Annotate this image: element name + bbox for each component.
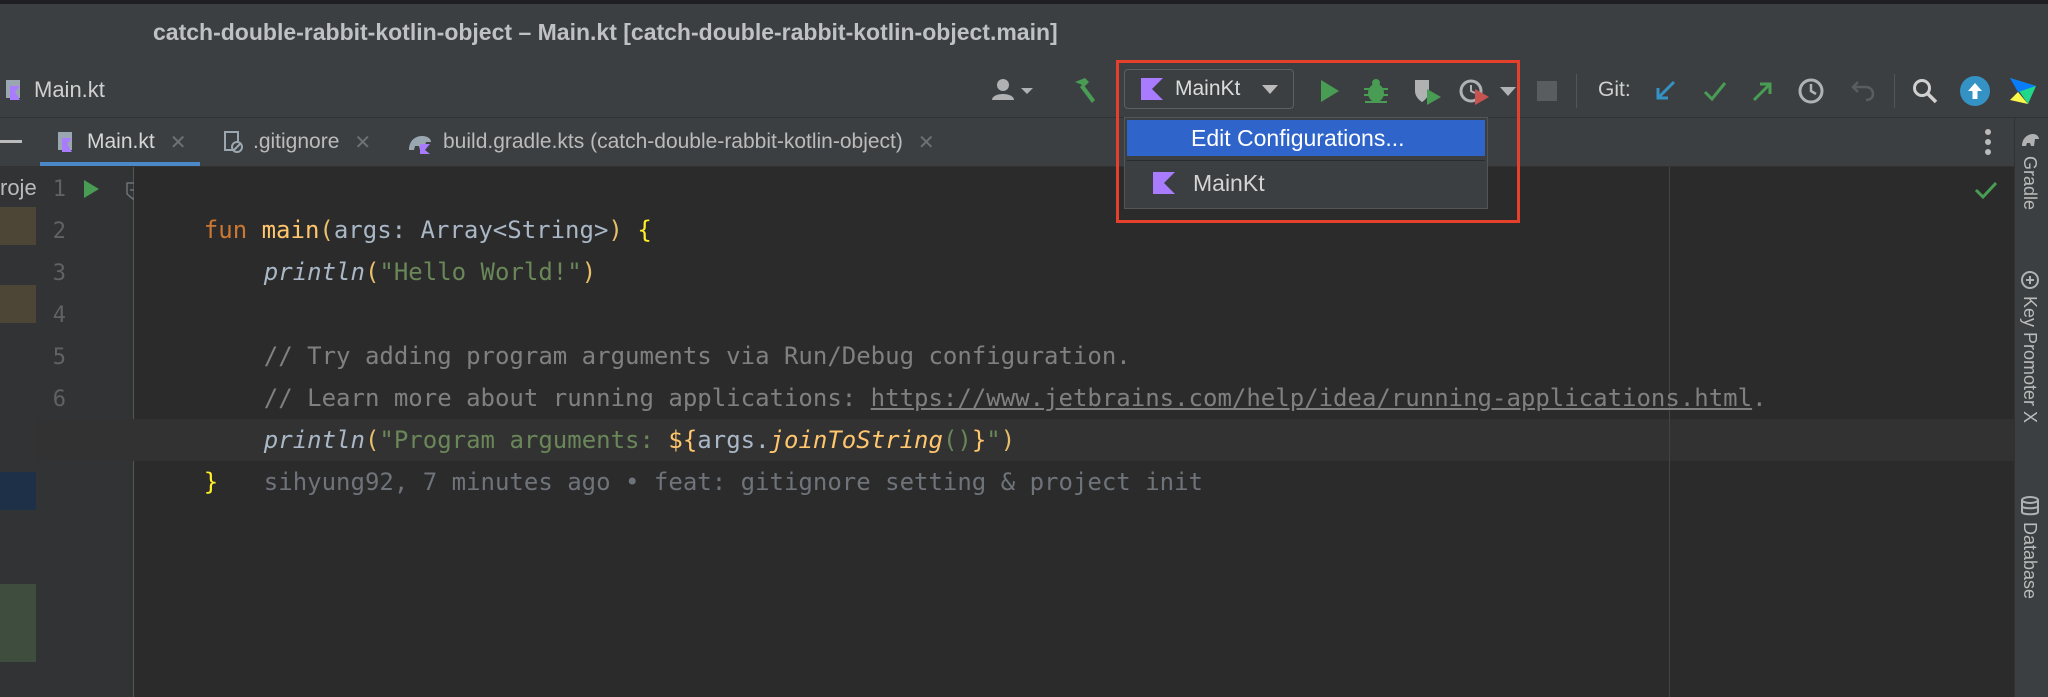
gradle-icon — [2019, 130, 2040, 150]
close-icon[interactable]: ✕ — [354, 130, 371, 155]
tab-main-kt[interactable]: Main.kt ✕ — [40, 118, 200, 166]
run-config-label: MainKt — [1175, 77, 1241, 100]
paren: ) — [581, 258, 597, 286]
code-line-5: // Learn more about running applications… — [206, 335, 1767, 412]
database-tool-button[interactable]: Database — [2019, 496, 2040, 599]
git-update-icon[interactable] — [1650, 76, 1680, 106]
code-line-1: fun main(args: Array<String>) { — [146, 167, 652, 244]
edit-configurations-menu-item[interactable]: Edit Configurations... — [1127, 120, 1485, 156]
key-promoter-tool-button[interactable]: Key Promoter X — [2019, 270, 2040, 423]
gradle-label: Gradle — [2020, 156, 2040, 211]
menu-separator — [1127, 160, 1485, 161]
blame-text: sihyung92, 7 minutes ago • feat: gitigno… — [263, 468, 1203, 496]
gradle-tool-button[interactable]: Gradle — [2019, 130, 2040, 210]
search-icon[interactable] — [1910, 76, 1940, 106]
line-number: 2 — [52, 219, 66, 244]
run-gutter-icon[interactable] — [82, 179, 100, 199]
user-settings-icon[interactable] — [989, 74, 1037, 106]
mainkt-menu-item-label: MainKt — [1193, 170, 1265, 196]
navigation-bar: Main.kt Git: — [0, 64, 2048, 118]
ide-update-icon[interactable] — [1958, 74, 1992, 108]
kotlin-run-config-icon — [1153, 172, 1175, 194]
tab-label: .gitignore — [253, 130, 340, 153]
editor-tabs: Main.kt ✕ .gitignore ✕ build.gradle.kts … — [0, 118, 2020, 167]
line-number: 3 — [52, 261, 66, 286]
tab-build-gradle[interactable]: build.gradle.kts (catch-double-rabbit-ko… — [406, 118, 935, 166]
paren: ( — [364, 258, 380, 286]
tab-gitignore[interactable]: .gitignore ✕ — [222, 118, 371, 166]
paren: ) — [608, 216, 623, 244]
line-number: 6 — [52, 387, 66, 412]
more-options-icon[interactable] — [1984, 128, 1992, 156]
line-number: 1 — [52, 177, 66, 202]
git-blame-annotation: sihyung92, 7 minutes ago • feat: gitigno… — [206, 419, 1203, 496]
database-icon — [2019, 496, 2040, 516]
kotlin-run-config-icon — [1141, 78, 1163, 100]
git-push-icon[interactable] — [1748, 76, 1778, 106]
brace: { — [637, 216, 652, 244]
comment: . — [1752, 384, 1767, 412]
code-line-2: println("Hello World!") — [206, 209, 596, 286]
kotlin-file-icon — [56, 130, 78, 154]
tool-window-stripe-button[interactable] — [0, 140, 22, 143]
breadcrumb-file[interactable]: Main.kt — [4, 77, 105, 103]
code-line-4: // Try adding program arguments via Run/… — [206, 293, 1131, 370]
history-clock-icon[interactable] — [1796, 76, 1826, 106]
function-call: println — [263, 258, 365, 286]
window-title: catch-double-rabbit-kotlin-object – Main… — [153, 19, 1058, 45]
close-icon[interactable]: ✕ — [918, 130, 935, 155]
mainkt-menu-item[interactable]: MainKt — [1127, 165, 1485, 201]
tab-label: build.gradle.kts (catch-double-rabbit-ko… — [443, 130, 903, 153]
key-promoter-icon — [2019, 270, 2040, 290]
run-config-dropdown: Edit Configurations... MainKt — [1124, 117, 1488, 209]
string-literal: "Hello World!" — [379, 258, 582, 286]
right-tool-strip: Gradle Key Promoter X Database — [2014, 118, 2048, 697]
stop-icon[interactable] — [1534, 78, 1560, 104]
close-icon[interactable]: ✕ — [170, 130, 187, 155]
no-problems-check-icon[interactable] — [1974, 180, 1998, 200]
project-panel-edge[interactable]: roje — [0, 167, 36, 697]
line-number: 5 — [52, 345, 66, 370]
project-panel-label: roje — [0, 175, 36, 200]
code-line-6: println("Program arguments: ${args.joinT… — [206, 377, 1015, 454]
database-label: Database — [2020, 522, 2040, 600]
breadcrumb-file-label: Main.kt — [34, 77, 105, 102]
line-number: 4 — [52, 303, 66, 328]
right-margin-guide — [1669, 167, 1670, 697]
ignored-file-icon — [222, 130, 244, 154]
chevron-down-icon — [1262, 84, 1279, 94]
key-promoter-label: Key Promoter X — [2020, 296, 2040, 424]
kotlin-file-icon — [4, 78, 26, 102]
rollback-icon[interactable] — [1848, 76, 1878, 106]
title-bar: catch-double-rabbit-kotlin-object – Main… — [0, 0, 2048, 64]
jetbrains-toolbox-icon[interactable] — [2006, 74, 2040, 108]
git-commit-icon[interactable] — [1700, 76, 1730, 106]
run-config-selector[interactable]: MainKt — [1124, 69, 1294, 109]
build-hammer-icon[interactable] — [1069, 74, 1101, 106]
git-label: Git: — [1598, 78, 1631, 101]
tab-label: Main.kt — [87, 130, 155, 153]
gradle-file-icon — [406, 130, 434, 154]
ide-window: catch-double-rabbit-kotlin-object – Main… — [0, 0, 2048, 697]
